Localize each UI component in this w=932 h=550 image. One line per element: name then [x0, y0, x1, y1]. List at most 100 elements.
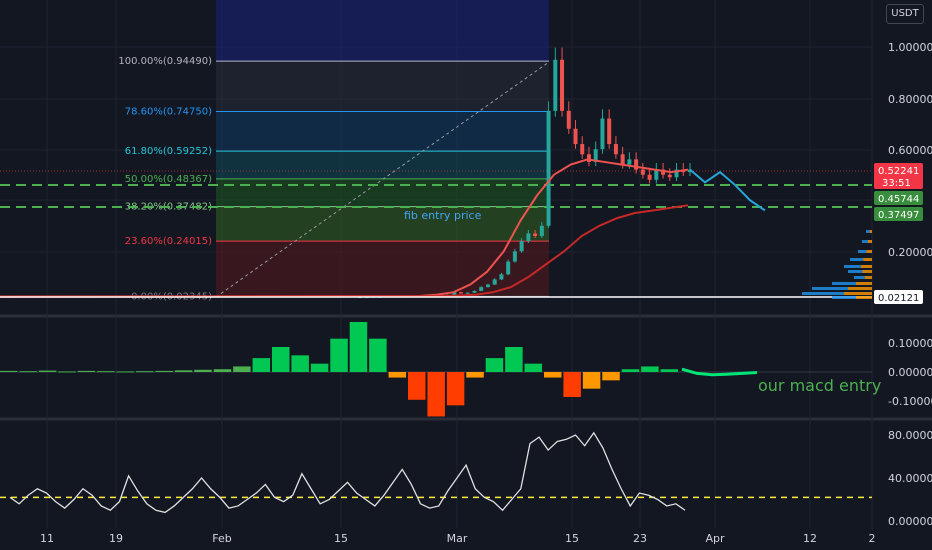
price-projection-path [689, 168, 766, 212]
fib-level-label: 100.00%(0.94490) [118, 56, 212, 67]
price-tick-label: 0.80000 [888, 93, 932, 106]
macd-histogram-bar [524, 363, 543, 372]
candle-body [600, 118, 605, 150]
macd-histogram-bar [641, 366, 659, 372]
price-tick-label: 1.00000 [888, 41, 932, 54]
candle-body [634, 159, 639, 170]
macd-tick-label: 0.00000 [888, 366, 932, 379]
candle-body [627, 159, 632, 165]
macd-histogram-bar [136, 371, 154, 373]
candle-body [613, 144, 618, 155]
candle-body [465, 292, 470, 294]
candle-body [654, 169, 659, 180]
candle-body [553, 59, 558, 111]
volume-bar-buy [812, 287, 848, 290]
macd-histogram-bar [330, 338, 348, 372]
trading-chart[interactable]: 100.00%(0.94490) 78.60%(0.74750) 61.80%(0.… [0, 0, 932, 550]
volume-bar-sell [848, 287, 872, 290]
volume-bar-sell [856, 296, 872, 299]
macd-histogram-bar [446, 372, 465, 406]
time-tick-label: 2 [869, 532, 876, 545]
macd-histogram-bar [194, 369, 212, 372]
candle-body [533, 233, 538, 237]
candle-body [472, 290, 477, 293]
candle-body [580, 144, 585, 155]
macd-histogram-bar [563, 372, 581, 397]
volume-bar-buy [832, 296, 856, 299]
fib-zone [216, 241, 549, 297]
oscillator-line [9, 431, 686, 514]
time-tick-label: 19 [109, 532, 123, 545]
macd-histogram-bar [116, 371, 135, 373]
fib-level-label: 50.00%(0.48367) [125, 174, 212, 185]
macd-histogram-bar [602, 372, 620, 381]
candle-body [526, 233, 531, 242]
volume-bar-buy [844, 265, 861, 268]
volume-bar-buy [802, 292, 844, 295]
volume-bar-buy [862, 240, 868, 243]
candle-body [620, 154, 625, 165]
macd-histogram-bar [427, 372, 445, 417]
volume-bar-buy [850, 258, 864, 261]
time-axis[interactable]: 11 19 Feb 15 Mar 15 23 Apr 12 2 [40, 532, 876, 545]
volume-bar-buy [848, 270, 863, 273]
fib-382-price-badge: 0.37497 [874, 207, 923, 221]
candle-body [560, 59, 565, 111]
macd-histogram-bar [621, 369, 640, 372]
svg-text:0.37497: 0.37497 [878, 210, 919, 221]
candle-body [640, 169, 645, 175]
oscillator-tick-label: 80.00000 [888, 429, 932, 442]
last-price-badge: 0.52241 33:51 [874, 163, 923, 189]
candle-body [546, 110, 551, 226]
volume-bar-sell [862, 270, 872, 273]
time-tick-label: 11 [40, 532, 54, 545]
fib-50-price-badge: 0.45744 [874, 191, 923, 205]
macd-histogram-bar [544, 372, 562, 378]
base-price-badge: 0.02121 [874, 290, 923, 304]
volume-bar-buy [854, 276, 865, 279]
macd-tick-label: -0.10000 [888, 395, 932, 408]
time-tick-label: Mar [447, 532, 468, 545]
svg-text:0.02121: 0.02121 [878, 293, 919, 304]
fib-level-label: 61.80%(0.59252) [125, 146, 212, 157]
volume-bar-sell [866, 250, 872, 253]
fib-retracement[interactable]: 100.00%(0.94490) 78.60%(0.74750) 61.80%(0.… [118, 56, 549, 302]
macd-tick-label: 0.10000 [888, 337, 932, 350]
fib-zone [216, 206, 549, 242]
macd-histogram-bar [369, 338, 387, 372]
fib-level-label: 78.60%(0.74750) [125, 106, 212, 117]
candle-body [539, 225, 544, 237]
volume-bar-sell [863, 258, 872, 261]
volume-bar-sell [860, 265, 872, 268]
macd-histogram-bar [155, 370, 173, 372]
svg-text:0.45744: 0.45744 [878, 194, 919, 205]
macd-histogram-bar [349, 322, 368, 372]
svg-text:0.52241: 0.52241 [878, 166, 919, 177]
macd-histogram-bar [58, 371, 76, 373]
candle-body [647, 174, 652, 180]
candle-body [492, 279, 497, 285]
candle-body [479, 287, 484, 291]
time-tick-label: Apr [705, 532, 725, 545]
macd-histogram-bar [252, 358, 271, 372]
volume-bar-sell [869, 230, 872, 233]
time-tick-label: Feb [212, 532, 231, 545]
macd-histogram-bar [174, 370, 193, 372]
macd-entry-note: our macd entry [758, 376, 881, 395]
volume-bar-sell [868, 240, 872, 243]
macd-histogram-bar [272, 347, 290, 372]
volume-bar-buy [832, 282, 856, 285]
svg-text:33:51: 33:51 [882, 178, 911, 189]
volume-bar-buy [866, 230, 870, 233]
candle-body [485, 284, 490, 288]
macd-histogram-bar [0, 370, 18, 372]
candle-body [506, 261, 511, 275]
candle-body [519, 241, 524, 252]
volume-bar-sell [856, 282, 872, 285]
fib-zone [216, 111, 549, 152]
oscillator-tick-label: 0.00000 [888, 515, 932, 528]
price-axis[interactable]: 1.00000 0.80000 0.60000 0.20000 0.10000 0.000… [888, 41, 932, 528]
macd-histogram-bar [582, 372, 601, 389]
candle-body [607, 118, 612, 145]
macd-histogram-bar [77, 370, 96, 372]
